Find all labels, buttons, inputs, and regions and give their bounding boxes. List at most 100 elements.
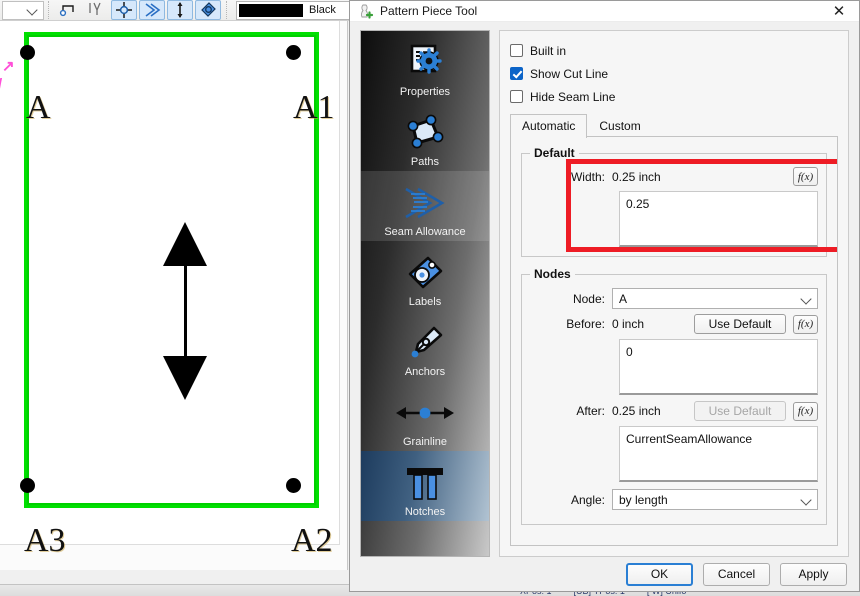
sidebar-item-seam-allowance[interactable]: Seam Allowance — [361, 171, 489, 241]
label-tag-icon[interactable] — [195, 0, 221, 20]
after-value: 0.25 inch — [612, 404, 661, 418]
seam-angle-icon[interactable] — [83, 0, 109, 20]
before-value: 0 inch — [612, 317, 645, 331]
width-formula-input[interactable]: 0.25 — [619, 191, 818, 247]
angle-label: Angle: — [570, 492, 605, 507]
crosshair-target-icon[interactable] — [111, 0, 137, 20]
angle-select-value: by length — [619, 492, 668, 507]
color-swatch — [239, 3, 303, 17]
sidebar-label-grainline: Grainline — [402, 436, 448, 448]
grainline-arrow-down — [163, 356, 207, 400]
toolbar-zoom-combo[interactable] — [2, 0, 44, 20]
after-use-default-button: Use Default — [694, 401, 786, 421]
sidebar-item-notches[interactable]: Notches — [361, 451, 489, 521]
paths-polygon-nodes-icon — [404, 111, 446, 155]
checkbox-built-in-label: Built in — [530, 43, 567, 58]
pink-arrow-mark: ↗ — [2, 58, 15, 75]
pattern-piece[interactable] — [20, 32, 319, 508]
grainline-marker — [163, 222, 207, 400]
nodes-group: Nodes Node: A Before: 0 inch Use Default… — [521, 267, 827, 525]
toolbar-separator-2 — [226, 1, 228, 19]
node-select[interactable]: A — [612, 288, 818, 309]
dialog-main-panel: Built in Show Cut Line Hide Seam Line Au… — [499, 30, 849, 557]
cancel-button[interactable]: Cancel — [703, 562, 770, 586]
notches-icon — [399, 461, 451, 505]
before-label: Before: — [566, 317, 605, 331]
chevron-down-icon — [801, 293, 813, 305]
node-point-icon[interactable] — [55, 0, 81, 20]
anchors-pen-nib-icon — [404, 321, 446, 365]
checkbox-hide-seam-line-box[interactable] — [510, 90, 523, 103]
dialog-body: Properties Paths Seam Allowance Labels A… — [350, 22, 859, 557]
sidebar-item-grainline[interactable]: Grainline — [361, 381, 489, 451]
pattern-canvas[interactable]: ↗ / A A1 — [0, 21, 348, 570]
toolbar-separator — [48, 1, 50, 19]
options-container: Built in Show Cut Line Hide Seam Line Au… — [499, 30, 849, 557]
before-formula-button[interactable]: f(x) — [793, 314, 818, 334]
angle-select[interactable]: by length — [612, 489, 818, 510]
checkbox-show-cut-line[interactable]: Show Cut Line — [510, 62, 838, 85]
node-label-a3: A3 — [24, 522, 66, 559]
sidebar-label-properties: Properties — [399, 86, 451, 98]
width-label: Width: — [570, 169, 605, 184]
sidebar-item-anchors[interactable]: Anchors — [361, 311, 489, 381]
tab-custom[interactable]: Custom — [587, 114, 652, 138]
width-row: Width: 0.25 inch f(x) — [530, 167, 818, 186]
after-formula-input[interactable]: CurrentSeamAllowance — [619, 426, 818, 482]
canvas-surface: ↗ / A A1 — [0, 21, 347, 570]
sidebar-item-paths[interactable]: Paths — [361, 101, 489, 171]
grainline-double-arrow-icon — [394, 391, 456, 435]
before-use-default-button[interactable]: Use Default — [694, 314, 786, 334]
node-point-a3[interactable] — [20, 478, 35, 493]
angle-row: Angle: by length — [530, 489, 818, 510]
sidebar-label-anchors: Anchors — [404, 366, 446, 378]
before-formula-input[interactable]: 0 — [619, 339, 818, 395]
sidebar-label-seam-allowance: Seam Allowance — [384, 226, 466, 238]
dialog-sidebar: Properties Paths Seam Allowance Labels A… — [360, 30, 490, 557]
pink-tick-mark: / — [0, 76, 2, 93]
sidebar-label-notches: Notches — [404, 506, 446, 518]
default-group: Default Width: 0.25 inch f(x) 0.25 — [521, 146, 827, 257]
node-select-value: A — [619, 291, 628, 306]
tab-bar: Automatic Custom — [510, 113, 838, 138]
chevron-down-icon — [27, 4, 39, 16]
properties-document-gear-icon — [404, 41, 446, 85]
vertical-arrow-icon[interactable] — [167, 0, 193, 20]
dialog-title: Pattern Piece Tool — [380, 4, 478, 18]
after-formula-button[interactable]: f(x) — [793, 401, 818, 421]
checkbox-show-cut-line-label: Show Cut Line — [530, 66, 609, 81]
sidebar-label-labels: Labels — [408, 296, 442, 308]
node-point-a[interactable] — [20, 45, 35, 60]
node-label-a: A — [26, 89, 51, 126]
default-group-legend: Default — [534, 146, 575, 160]
ok-button[interactable]: OK — [626, 562, 693, 586]
label-tag-gear-icon — [404, 251, 446, 295]
after-row: After: 0.25 inch Use Default f(x) — [530, 401, 818, 421]
checkbox-built-in-box[interactable] — [510, 44, 523, 57]
dialog-footer: OK Cancel Apply — [350, 557, 859, 591]
tab-automatic[interactable]: Automatic — [510, 114, 588, 138]
pattern-piece-add-icon — [358, 3, 374, 19]
checkbox-built-in[interactable]: Built in — [510, 39, 838, 62]
seam-allowance-chevron-icon — [400, 181, 450, 225]
dialog-title-bar[interactable]: Pattern Piece Tool ✕ — [350, 1, 859, 22]
node-label-a2: A2 — [291, 522, 333, 559]
node-label-a1: A1 — [293, 89, 335, 126]
checkbox-show-cut-line-box[interactable] — [510, 67, 523, 80]
sidebar-item-properties[interactable]: Properties — [361, 31, 489, 101]
node-row: Node: A — [530, 288, 818, 309]
sidebar-label-paths: Paths — [410, 156, 440, 168]
sidebar-item-labels[interactable]: Labels — [361, 241, 489, 311]
color-label: Black — [309, 4, 336, 16]
pattern-piece-tool-dialog: Pattern Piece Tool ✕ Properties Paths Se… — [349, 0, 860, 592]
apply-button[interactable]: Apply — [780, 562, 847, 586]
tab-panel-automatic: Default Width: 0.25 inch f(x) 0.25 Nodes — [510, 136, 838, 546]
after-label: After: — [576, 404, 605, 418]
width-formula-button[interactable]: f(x) — [793, 167, 818, 186]
nodes-group-legend: Nodes — [534, 267, 571, 281]
node-point-a2[interactable] — [286, 478, 301, 493]
close-icon[interactable]: ✕ — [819, 1, 859, 22]
seam-allowance-chevron-icon[interactable] — [139, 0, 165, 20]
node-point-a1[interactable] — [286, 45, 301, 60]
checkbox-hide-seam-line[interactable]: Hide Seam Line — [510, 85, 838, 108]
